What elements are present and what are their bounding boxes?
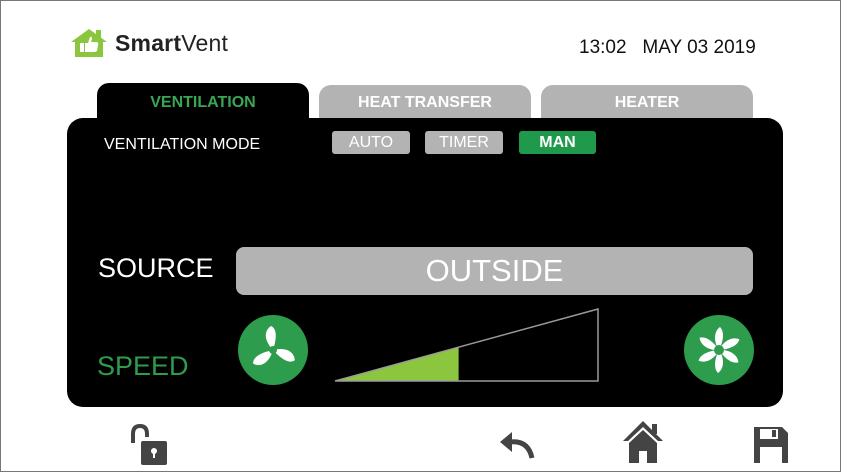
mode-man-button[interactable]: MAN — [519, 131, 596, 154]
source-selector[interactable]: OUTSIDE — [236, 247, 753, 295]
source-label: SOURCE — [98, 253, 214, 283]
ventilation-mode-label: VENTILATION MODE — [104, 136, 261, 153]
brand-name: SmartVent — [115, 30, 228, 57]
house-thumbs-up-icon — [71, 29, 107, 57]
brand-name-light: Vent — [181, 29, 229, 56]
clock-time: 13:02 — [579, 37, 627, 58]
floppy-disk-icon[interactable] — [752, 425, 790, 465]
datetime-display: 13:02 MAY 03 2019 — [579, 37, 756, 59]
tab-ventilation[interactable]: VENTILATION — [97, 83, 309, 121]
brand-name-bold: Smart — [115, 29, 182, 56]
speed-level-outline — [334, 308, 599, 382]
home-icon[interactable] — [621, 419, 665, 465]
tab-heat-transfer[interactable]: HEAT TRANSFER — [319, 85, 531, 120]
clock-date: MAY 03 2019 — [642, 37, 756, 58]
speed-label: SPEED — [97, 351, 189, 381]
fan-decrease-icon[interactable] — [238, 315, 308, 385]
undo-arrow-icon[interactable] — [498, 428, 536, 462]
mode-auto-button[interactable]: AUTO — [332, 131, 410, 154]
controller-screen: SmartVent 13:02 MAY 03 2019 HEAT TRANSFE… — [0, 0, 841, 472]
tab-heater[interactable]: HEATER — [541, 85, 753, 120]
brand-logo: SmartVent — [69, 27, 228, 59]
speed-level-indicator[interactable] — [333, 307, 601, 385]
fan-increase-icon[interactable] — [684, 315, 754, 385]
mode-timer-button[interactable]: TIMER — [425, 131, 503, 154]
unlocked-padlock-icon[interactable] — [129, 423, 173, 467]
